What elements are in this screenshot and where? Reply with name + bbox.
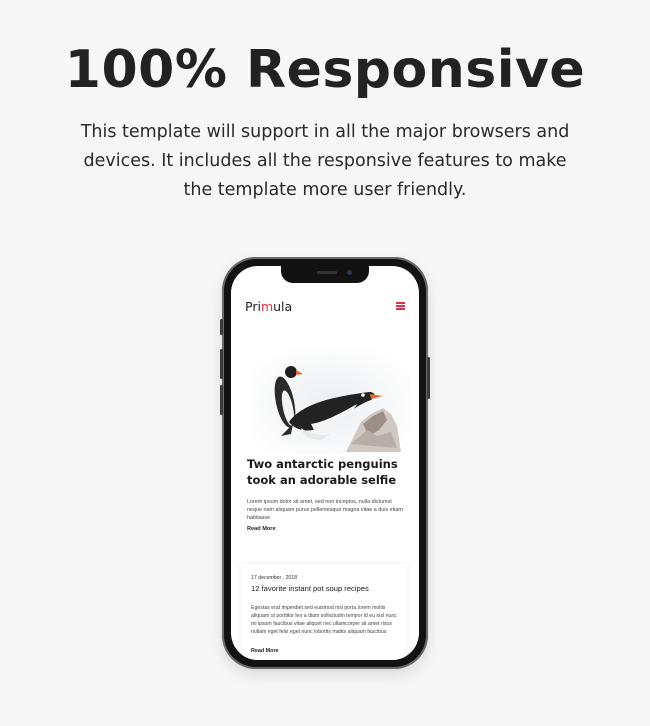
phone-volume-up-button [220,349,223,379]
post-card: 17 december , 2018 12 favorite instant p… [241,564,407,660]
logo-text-end: ula [273,299,293,314]
featured-read-more-link[interactable]: Read More [247,526,276,532]
phone-screen: Primula Two antarctic penguins took an a… [231,266,419,660]
phone-side-button [220,319,223,335]
phone-notch [281,266,369,283]
post-card-title[interactable]: 12 favorite instant pot soup recipes [251,584,401,593]
featured-post-excerpt: Lorem ipsum dolor sit amet, sed non ince… [247,499,403,521]
phone-volume-down-button [220,385,223,415]
camera-icon [347,270,352,275]
post-card-read-more-link[interactable]: Read More [251,648,279,654]
phone-power-button [427,357,430,399]
logo-text-accent: m [260,299,274,314]
speaker-icon [317,271,337,274]
post-card-excerpt: Egestas erat imperdiet sed euismod nisi … [251,605,397,635]
post-card-date: 17 december , 2018 [251,575,298,581]
hamburger-icon[interactable] [396,302,405,310]
page-heading: 100% Responsive [64,40,586,100]
page-description: This template will support in all the ma… [80,122,570,200]
site-logo[interactable]: Primula [245,299,292,314]
penguins-photo [251,344,411,454]
featured-post-title[interactable]: Two antarctic penguins took an adorable … [247,456,407,488]
phone-mockup: Primula Two antarctic penguins took an a… [220,257,430,669]
logo-text-start: Pri [245,299,261,314]
